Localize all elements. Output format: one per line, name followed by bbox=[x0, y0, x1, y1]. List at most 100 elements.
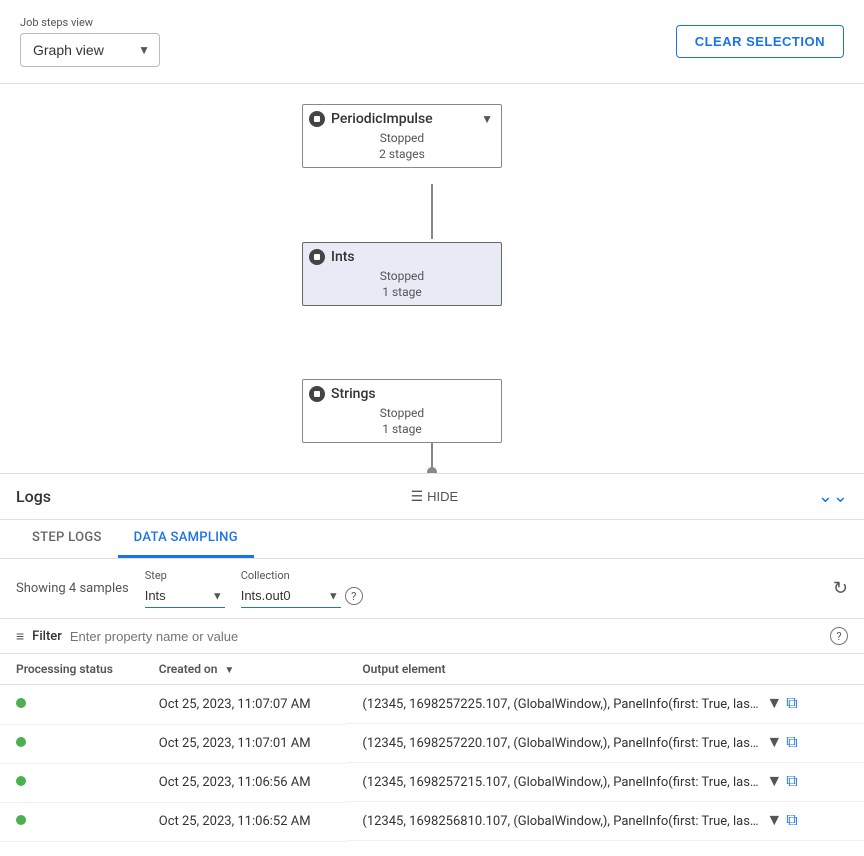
stop-icon-ints bbox=[309, 249, 325, 265]
expand-row-button-1[interactable]: ▼ bbox=[766, 734, 782, 752]
list-icon: ☰ bbox=[411, 488, 424, 505]
row-actions-3: ▼ ⧉ bbox=[766, 812, 797, 830]
output-text-0: (12345, 1698257225.107, (GlobalWindow,),… bbox=[362, 697, 762, 712]
collection-select-inner: Ints.out0 ▼ bbox=[241, 584, 341, 608]
job-steps-view-label: Job steps view bbox=[20, 16, 160, 29]
open-link-button-1[interactable]: ⧉ bbox=[786, 734, 797, 752]
col-header-created-on[interactable]: Created on ▼ bbox=[143, 654, 347, 685]
cell-output-3: (12345, 1698256810.107, (GlobalWindow,),… bbox=[346, 802, 864, 841]
row-actions-1: ▼ ⧉ bbox=[766, 734, 797, 752]
col-header-processing-status: Processing status bbox=[0, 654, 143, 685]
cell-created-on-3: Oct 25, 2023, 11:06:52 AM bbox=[143, 802, 347, 841]
stop-icon-periodic-impulse bbox=[309, 111, 325, 127]
status-dot-0 bbox=[16, 698, 26, 708]
open-link-button-0[interactable]: ⧉ bbox=[786, 695, 797, 713]
node-title-ints: Ints bbox=[331, 249, 493, 265]
node-periodic-impulse[interactable]: PeriodicImpulse ▼ Stopped 2 stages bbox=[302, 104, 502, 168]
node-ints[interactable]: Ints Stopped 1 stage bbox=[302, 242, 502, 306]
node-box-periodic-impulse: PeriodicImpulse ▼ Stopped 2 stages bbox=[302, 104, 502, 168]
expand-row-button-2[interactable]: ▼ bbox=[766, 773, 782, 791]
collection-help-icon[interactable]: ? bbox=[345, 587, 363, 605]
filter-icon: ≡ bbox=[16, 628, 24, 645]
expand-icon[interactable]: ⌄⌄ bbox=[818, 486, 848, 507]
cell-status-2 bbox=[0, 763, 143, 802]
clear-selection-button[interactable]: CLEAR SELECTION bbox=[676, 25, 844, 58]
node-title-strings: Strings bbox=[331, 386, 493, 402]
open-link-button-3[interactable]: ⧉ bbox=[786, 812, 797, 830]
expand-row-button-0[interactable]: ▼ bbox=[766, 695, 782, 713]
graph-view-select-wrapper: Graph viewList view ▼ bbox=[20, 33, 160, 67]
collection-label: Collection bbox=[241, 569, 363, 582]
logs-title: Logs bbox=[16, 487, 51, 506]
stop-icon-strings bbox=[309, 386, 325, 402]
cell-created-on-0: Oct 25, 2023, 11:07:07 AM bbox=[143, 685, 347, 725]
step-label: Step bbox=[145, 569, 225, 582]
step-group: Step Ints ▼ bbox=[145, 569, 225, 608]
graph-area: PeriodicImpulse ▼ Stopped 2 stages Ints … bbox=[0, 84, 864, 474]
job-steps-view-control: Job steps view Graph viewList view ▼ bbox=[20, 16, 160, 67]
node-box-strings: Strings Stopped 1 stage bbox=[302, 379, 502, 443]
logs-header: Logs ☰ HIDE ⌄⌄ bbox=[0, 474, 864, 520]
status-dot-2 bbox=[16, 776, 26, 786]
filter-input[interactable] bbox=[70, 629, 822, 644]
cell-output-1: (12345, 1698257220.107, (GlobalWindow,),… bbox=[346, 724, 864, 763]
node-strings[interactable]: Strings Stopped 1 stage bbox=[302, 379, 502, 443]
output-text-3: (12345, 1698256810.107, (GlobalWindow,),… bbox=[362, 814, 762, 829]
filter-controls: Showing 4 samples Step Ints ▼ Collection… bbox=[0, 559, 864, 619]
table-row: Oct 25, 2023, 11:06:52 AM (12345, 169825… bbox=[0, 802, 864, 841]
cell-status-0 bbox=[0, 685, 143, 725]
node-status-ints: Stopped bbox=[303, 267, 501, 285]
refresh-icon[interactable]: ↻ bbox=[833, 578, 848, 599]
data-table: Processing status Created on ▼ Output el… bbox=[0, 654, 864, 842]
status-dot-1 bbox=[16, 737, 26, 747]
tabs-row: STEP LOGS DATA SAMPLING bbox=[0, 520, 864, 559]
cell-output-0: (12345, 1698257225.107, (GlobalWindow,),… bbox=[346, 685, 864, 724]
tab-step-logs[interactable]: STEP LOGS bbox=[16, 520, 118, 558]
node-header-ints: Ints bbox=[303, 243, 501, 267]
filter-input-row: ≡ Filter ? bbox=[0, 619, 864, 654]
status-dot-3 bbox=[16, 815, 26, 825]
node-header-periodic-impulse: PeriodicImpulse ▼ bbox=[303, 105, 501, 129]
top-bar: Job steps view Graph viewList view ▼ CLE… bbox=[0, 0, 864, 84]
hide-label: HIDE bbox=[427, 489, 458, 504]
node-title-periodic-impulse: PeriodicImpulse bbox=[331, 111, 475, 127]
collection-select[interactable]: Ints.out0 bbox=[241, 584, 341, 608]
step-select-wrapper: Ints ▼ bbox=[145, 584, 225, 608]
tab-data-sampling[interactable]: DATA SAMPLING bbox=[118, 520, 254, 558]
node-stages-ints: 1 stage bbox=[303, 285, 501, 305]
node-stages-strings: 1 stage bbox=[303, 422, 501, 442]
showing-label: Showing 4 samples bbox=[16, 581, 129, 596]
open-link-button-2[interactable]: ⧉ bbox=[786, 773, 797, 791]
cell-status-1 bbox=[0, 724, 143, 763]
node-stages-periodic-impulse: 2 stages bbox=[303, 147, 501, 167]
table-row: Oct 25, 2023, 11:07:07 AM (12345, 169825… bbox=[0, 685, 864, 725]
node-box-ints: Ints Stopped 1 stage bbox=[302, 242, 502, 306]
step-select[interactable]: Ints bbox=[145, 584, 225, 608]
output-text-1: (12345, 1698257220.107, (GlobalWindow,),… bbox=[362, 736, 762, 751]
node-status-strings: Stopped bbox=[303, 404, 501, 422]
expand-row-button-3[interactable]: ▼ bbox=[766, 812, 782, 830]
node-status-periodic-impulse: Stopped bbox=[303, 129, 501, 147]
cell-status-3 bbox=[0, 802, 143, 841]
table-header: Processing status Created on ▼ Output el… bbox=[0, 654, 864, 685]
cell-output-2: (12345, 1698257215.107, (GlobalWindow,),… bbox=[346, 763, 864, 802]
cell-created-on-2: Oct 25, 2023, 11:06:56 AM bbox=[143, 763, 347, 802]
filter-label-text: Filter bbox=[32, 629, 62, 644]
filter-help-icon[interactable]: ? bbox=[830, 627, 848, 645]
collection-select-wrapper: Ints.out0 ▼ ? bbox=[241, 584, 363, 608]
hide-button[interactable]: ☰ HIDE bbox=[411, 488, 459, 505]
row-actions-2: ▼ ⧉ bbox=[766, 773, 797, 791]
node-header-strings: Strings bbox=[303, 380, 501, 404]
chevron-icon-periodic-impulse: ▼ bbox=[481, 112, 493, 126]
output-text-2: (12345, 1698257215.107, (GlobalWindow,),… bbox=[362, 775, 762, 790]
sort-icon: ▼ bbox=[224, 665, 234, 676]
collection-group: Collection Ints.out0 ▼ ? bbox=[241, 569, 363, 608]
table-row: Oct 25, 2023, 11:06:56 AM (12345, 169825… bbox=[0, 763, 864, 802]
table-row: Oct 25, 2023, 11:07:01 AM (12345, 169825… bbox=[0, 724, 864, 763]
graph-view-select[interactable]: Graph viewList view bbox=[20, 33, 160, 67]
col-header-output-element: Output element bbox=[346, 654, 864, 685]
logs-section: Logs ☰ HIDE ⌄⌄ STEP LOGS DATA SAMPLING S… bbox=[0, 474, 864, 842]
table-body: Oct 25, 2023, 11:07:07 AM (12345, 169825… bbox=[0, 685, 864, 842]
cell-created-on-1: Oct 25, 2023, 11:07:01 AM bbox=[143, 724, 347, 763]
row-actions-0: ▼ ⧉ bbox=[766, 695, 797, 713]
